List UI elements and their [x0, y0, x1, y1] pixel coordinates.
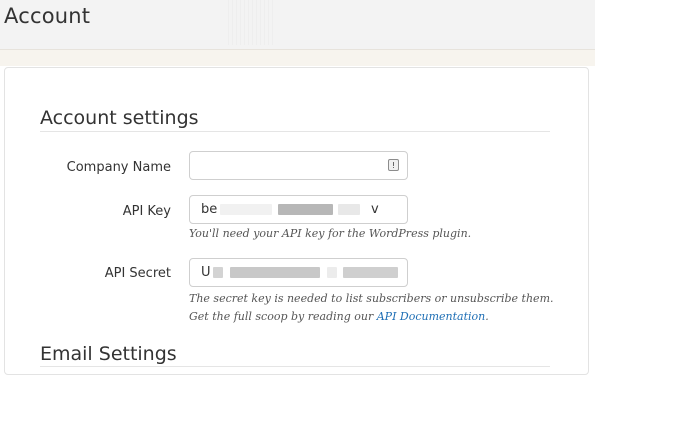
redacted-text — [338, 204, 360, 215]
company-name-label: Company Name — [66, 160, 171, 175]
api-secret-help-line-2: Get the full scoop by reading our API Do… — [189, 308, 554, 326]
api-key-value-prefix: be — [201, 202, 218, 217]
section-divider — [40, 131, 550, 132]
warning-icon[interactable] — [388, 159, 399, 171]
redacted-text — [343, 267, 398, 278]
header-band — [0, 50, 595, 66]
redacted-text — [213, 267, 223, 278]
section-divider — [40, 366, 550, 367]
page-title: Account — [4, 4, 91, 28]
api-documentation-link[interactable]: API Documentation — [377, 310, 486, 323]
api-key-input[interactable]: be v — [189, 195, 408, 224]
redacted-text — [230, 267, 320, 278]
api-secret-help-prefix: Get the full scoop by reading our — [189, 310, 377, 323]
api-secret-help-text: The secret key is needed to list subscri… — [189, 290, 554, 326]
account-settings-heading: Account settings — [40, 107, 199, 129]
email-settings-heading: Email Settings — [40, 343, 177, 365]
api-secret-label: API Secret — [104, 266, 171, 281]
api-secret-value-prefix: U — [201, 265, 211, 280]
redacted-text — [327, 267, 337, 278]
header-decoration — [228, 0, 273, 45]
page-header: Account — [0, 0, 595, 50]
api-key-label: API Key — [122, 204, 171, 219]
api-secret-help-suffix: . — [485, 310, 489, 323]
api-secret-input[interactable]: U — [189, 258, 408, 287]
api-key-help-text: You'll need your API key for the WordPre… — [189, 227, 472, 240]
api-key-value-suffix: v — [371, 202, 379, 217]
redacted-text — [220, 204, 272, 215]
redacted-text — [278, 204, 333, 215]
api-secret-help-line-1: The secret key is needed to list subscri… — [189, 292, 554, 305]
account-settings-card: Account settings Company Name API Key be… — [4, 67, 589, 375]
company-name-input[interactable] — [189, 151, 408, 180]
